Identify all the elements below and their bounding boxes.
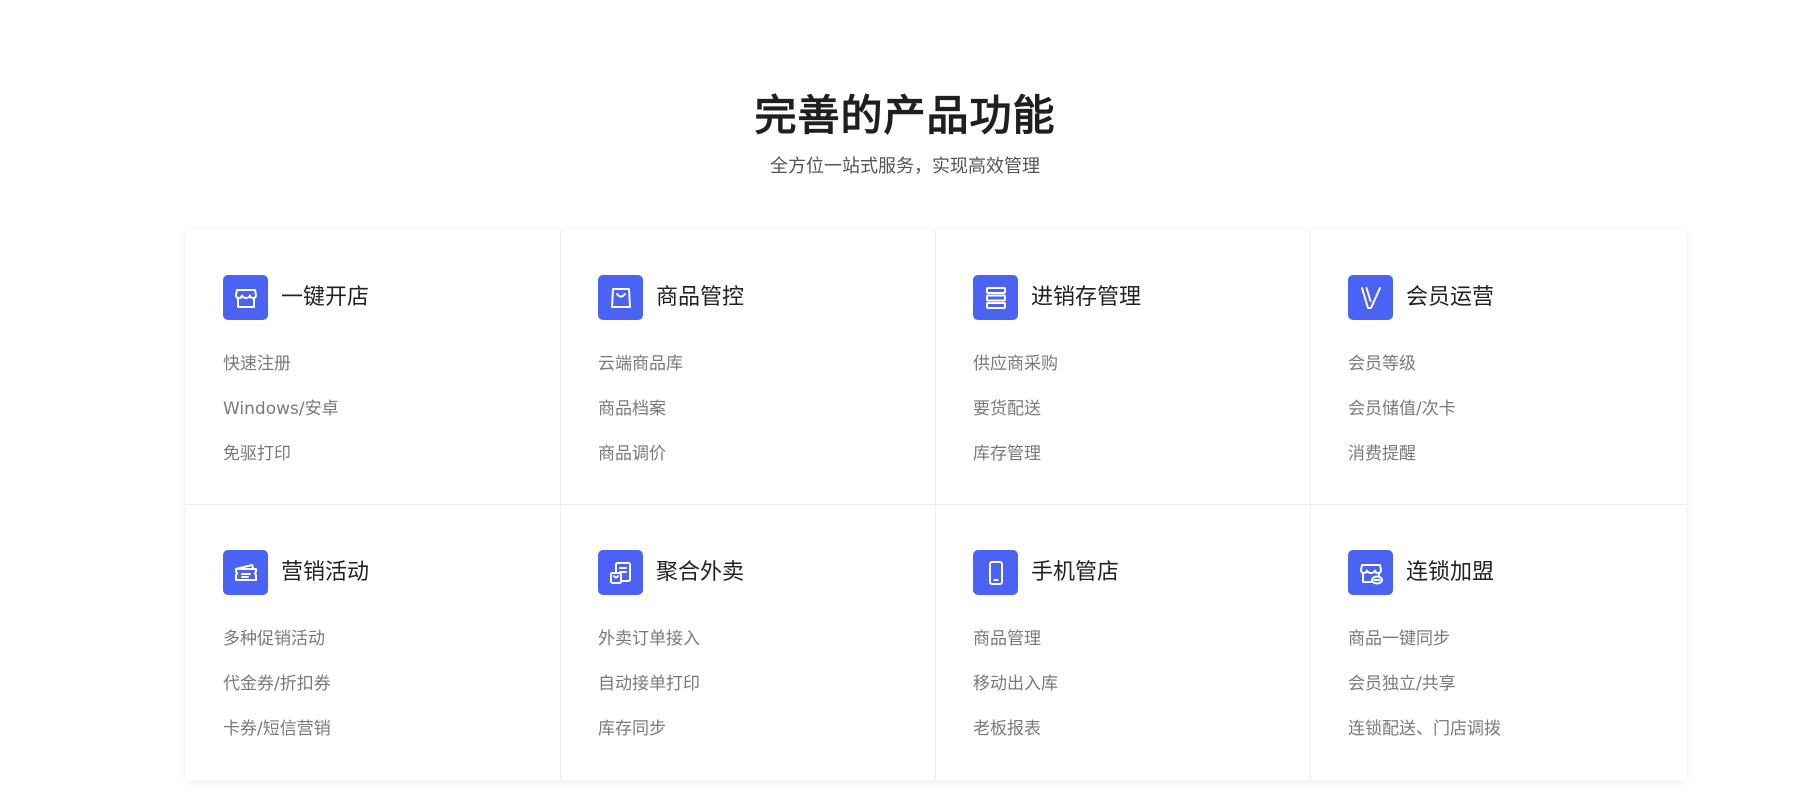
store-icon bbox=[223, 275, 268, 320]
feature-item: 老板报表 bbox=[973, 719, 1041, 739]
feature-card-chain[interactable]: 连锁加盟 商品一键同步 会员独立/共享 连锁配送、门店调拨 bbox=[1311, 505, 1686, 780]
feature-card-marketing[interactable]: 营销活动 多种促销活动 代金券/折扣券 卡券/短信营销 bbox=[186, 505, 561, 780]
feature-item: 商品一键同步 bbox=[1348, 629, 1450, 649]
feature-item: 免驱打印 bbox=[223, 444, 291, 464]
feature-item: 自动接单打印 bbox=[598, 674, 700, 694]
feature-item: Windows/安卓 bbox=[223, 399, 339, 419]
card-header: 商品管控 bbox=[598, 275, 899, 320]
chain-store-icon bbox=[1348, 550, 1393, 595]
feature-list: 供应商采购 要货配送 库存管理 bbox=[973, 342, 1274, 477]
card-header: 会员运营 bbox=[1348, 275, 1650, 320]
feature-list: 商品管理 移动出入库 老板报表 bbox=[973, 617, 1274, 752]
feature-card-store[interactable]: 一键开店 快速注册 Windows/安卓 免驱打印 bbox=[186, 230, 561, 505]
mobile-phone-icon bbox=[973, 550, 1018, 595]
feature-item: 移动出入库 bbox=[973, 674, 1058, 694]
card-header: 一键开店 bbox=[223, 275, 524, 320]
section-subtitle: 全方位一站式服务，实现高效管理 bbox=[770, 156, 1040, 177]
feature-item: 云端商品库 bbox=[598, 354, 683, 374]
feature-list: 外卖订单接入 自动接单打印 库存同步 bbox=[598, 617, 899, 752]
coupon-ticket-icon bbox=[223, 550, 268, 595]
feature-item: 会员等级 bbox=[1348, 354, 1416, 374]
feature-item: 消费提醒 bbox=[1348, 444, 1416, 464]
takeout-order-icon bbox=[598, 550, 643, 595]
feature-item: 商品管理 bbox=[973, 629, 1041, 649]
feature-list: 会员等级 会员储值/次卡 消费提醒 bbox=[1348, 342, 1650, 477]
card-title: 商品管控 bbox=[656, 284, 745, 310]
feature-list: 多种促销活动 代金券/折扣券 卡券/短信营销 bbox=[223, 617, 524, 752]
card-title: 一键开店 bbox=[281, 284, 370, 310]
card-title: 手机管店 bbox=[1031, 559, 1120, 585]
feature-item: 代金券/折扣券 bbox=[223, 674, 331, 694]
feature-card-membership[interactable]: 会员运营 会员等级 会员储值/次卡 消费提醒 bbox=[1311, 230, 1686, 505]
card-header: 连锁加盟 bbox=[1348, 550, 1650, 595]
feature-list: 商品一键同步 会员独立/共享 连锁配送、门店调拨 bbox=[1348, 617, 1650, 752]
card-title: 进销存管理 bbox=[1031, 284, 1142, 310]
card-header: 手机管店 bbox=[973, 550, 1274, 595]
card-title: 连锁加盟 bbox=[1406, 559, 1495, 585]
card-title: 营销活动 bbox=[281, 559, 370, 585]
feature-list: 云端商品库 商品档案 商品调价 bbox=[598, 342, 899, 477]
feature-item: 会员独立/共享 bbox=[1348, 674, 1456, 694]
card-header: 营销活动 bbox=[223, 550, 524, 595]
feature-item: 供应商采购 bbox=[973, 354, 1058, 374]
feature-item: 外卖订单接入 bbox=[598, 629, 700, 649]
feature-item: 库存管理 bbox=[973, 444, 1041, 464]
feature-grid: 一键开店 快速注册 Windows/安卓 免驱打印 商品管控 云端商品库 商品档… bbox=[186, 230, 1686, 780]
feature-item: 快速注册 bbox=[223, 354, 291, 374]
card-header: 聚合外卖 bbox=[598, 550, 899, 595]
feature-card-inventory[interactable]: 进销存管理 供应商采购 要货配送 库存管理 bbox=[936, 230, 1311, 505]
section-title: 完善的产品功能 bbox=[754, 91, 1056, 140]
feature-item: 会员储值/次卡 bbox=[1348, 399, 1456, 419]
feature-item: 要货配送 bbox=[973, 399, 1041, 419]
section-header: 完善的产品功能 全方位一站式服务，实现高效管理 bbox=[0, 88, 1810, 180]
feature-item: 商品调价 bbox=[598, 444, 666, 464]
feature-item: 连锁配送、门店调拨 bbox=[1348, 719, 1501, 739]
card-header: 进销存管理 bbox=[973, 275, 1274, 320]
feature-card-mobile[interactable]: 手机管店 商品管理 移动出入库 老板报表 bbox=[936, 505, 1311, 780]
feature-item: 卡券/短信营销 bbox=[223, 719, 331, 739]
feature-item: 商品档案 bbox=[598, 399, 666, 419]
feature-card-takeout[interactable]: 聚合外卖 外卖订单接入 自动接单打印 库存同步 bbox=[561, 505, 936, 780]
feature-list: 快速注册 Windows/安卓 免驱打印 bbox=[223, 342, 524, 477]
feature-item: 库存同步 bbox=[598, 719, 666, 739]
shopping-bag-icon bbox=[598, 275, 643, 320]
feature-item: 多种促销活动 bbox=[223, 629, 325, 649]
vip-icon bbox=[1348, 275, 1393, 320]
inventory-stack-icon bbox=[973, 275, 1018, 320]
card-title: 会员运营 bbox=[1406, 284, 1495, 310]
card-title: 聚合外卖 bbox=[656, 559, 745, 585]
feature-card-products[interactable]: 商品管控 云端商品库 商品档案 商品调价 bbox=[561, 230, 936, 505]
